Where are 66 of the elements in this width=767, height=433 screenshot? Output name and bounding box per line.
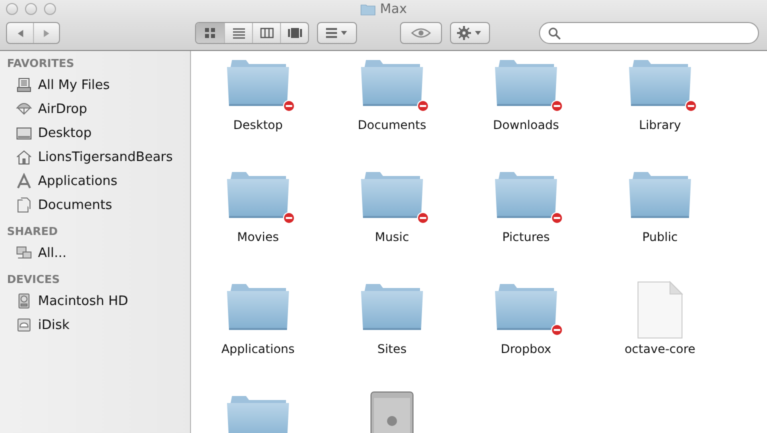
file-name: Applications [221, 342, 295, 356]
action-button[interactable] [450, 22, 490, 44]
network-icon [16, 245, 32, 261]
sidebar-heading: SHARED [6, 224, 59, 240]
file-name: Public [642, 230, 678, 244]
close-button[interactable] [6, 3, 18, 15]
quick-look-button[interactable] [400, 22, 442, 44]
minimize-button[interactable] [25, 3, 37, 15]
sidebar-item[interactable]: Applications [0, 169, 190, 193]
folder-icon[interactable] [360, 59, 424, 107]
file-name: Dropbox [500, 342, 552, 356]
folder-icon[interactable] [226, 283, 290, 331]
document-icon[interactable] [637, 281, 683, 339]
icon-view-icon [203, 27, 217, 39]
left-arrow-icon [16, 28, 24, 38]
sidebar-item[interactable]: Documents [0, 193, 190, 217]
sidebar-item[interactable]: All My Files [0, 73, 190, 97]
gear-icon [457, 26, 483, 40]
folder-icon[interactable] [360, 283, 424, 331]
zoom-button[interactable] [44, 3, 56, 15]
sidebar-heading: FAVORITES [6, 56, 76, 72]
eye-icon [411, 27, 431, 39]
file-name: Downloads [493, 118, 559, 132]
arrange-icon [325, 27, 349, 39]
folder-icon[interactable] [494, 59, 558, 107]
file-name: Movies [237, 230, 279, 244]
search-icon [548, 26, 561, 40]
file-name: Music [374, 230, 410, 244]
file-name: Desktop [233, 118, 283, 132]
file-name: Sites [377, 342, 407, 356]
sidebar-item[interactable]: Desktop [0, 121, 190, 145]
folder-icon[interactable] [360, 171, 424, 219]
apps-icon [16, 173, 32, 189]
arrange-button[interactable] [317, 22, 357, 44]
sidebar-item[interactable]: LionsTigersandBears [0, 145, 190, 169]
sidebar-item[interactable]: AirDrop [0, 97, 190, 121]
folder-icon[interactable] [494, 171, 558, 219]
sidebar-item[interactable]: iDisk [0, 313, 190, 337]
folder-icon[interactable] [628, 59, 692, 107]
computer-tower-icon[interactable] [370, 391, 414, 433]
window-title: Max [380, 2, 407, 16]
sidebar-item[interactable]: Macintosh HD [0, 289, 190, 313]
docs-icon [16, 197, 32, 213]
search-field[interactable] [539, 22, 759, 44]
right-arrow-icon [42, 28, 51, 38]
coverflow-view-icon [288, 27, 302, 39]
columns-view-icon [260, 27, 274, 39]
sidebar-item[interactable]: All... [0, 241, 190, 265]
folder-icon[interactable] [628, 171, 692, 219]
files-icon [16, 77, 32, 93]
folder-icon[interactable] [226, 59, 290, 107]
desktop-icon [16, 125, 32, 141]
sidebar-heading: DEVICES [6, 272, 61, 288]
list-view-icon [232, 27, 246, 39]
file-name: Pictures [502, 230, 550, 244]
folder-icon[interactable] [494, 283, 558, 331]
folder-icon [360, 2, 376, 16]
file-name: Library [639, 118, 681, 132]
file-name: octave-core [624, 342, 696, 356]
airdrop-icon [16, 101, 32, 117]
home-icon [16, 149, 32, 165]
file-name: Documents [358, 118, 426, 132]
folder-icon[interactable] [226, 395, 290, 433]
icon-view-button[interactable] [196, 23, 224, 43]
idisk-icon [16, 317, 32, 333]
folder-icon[interactable] [226, 171, 290, 219]
